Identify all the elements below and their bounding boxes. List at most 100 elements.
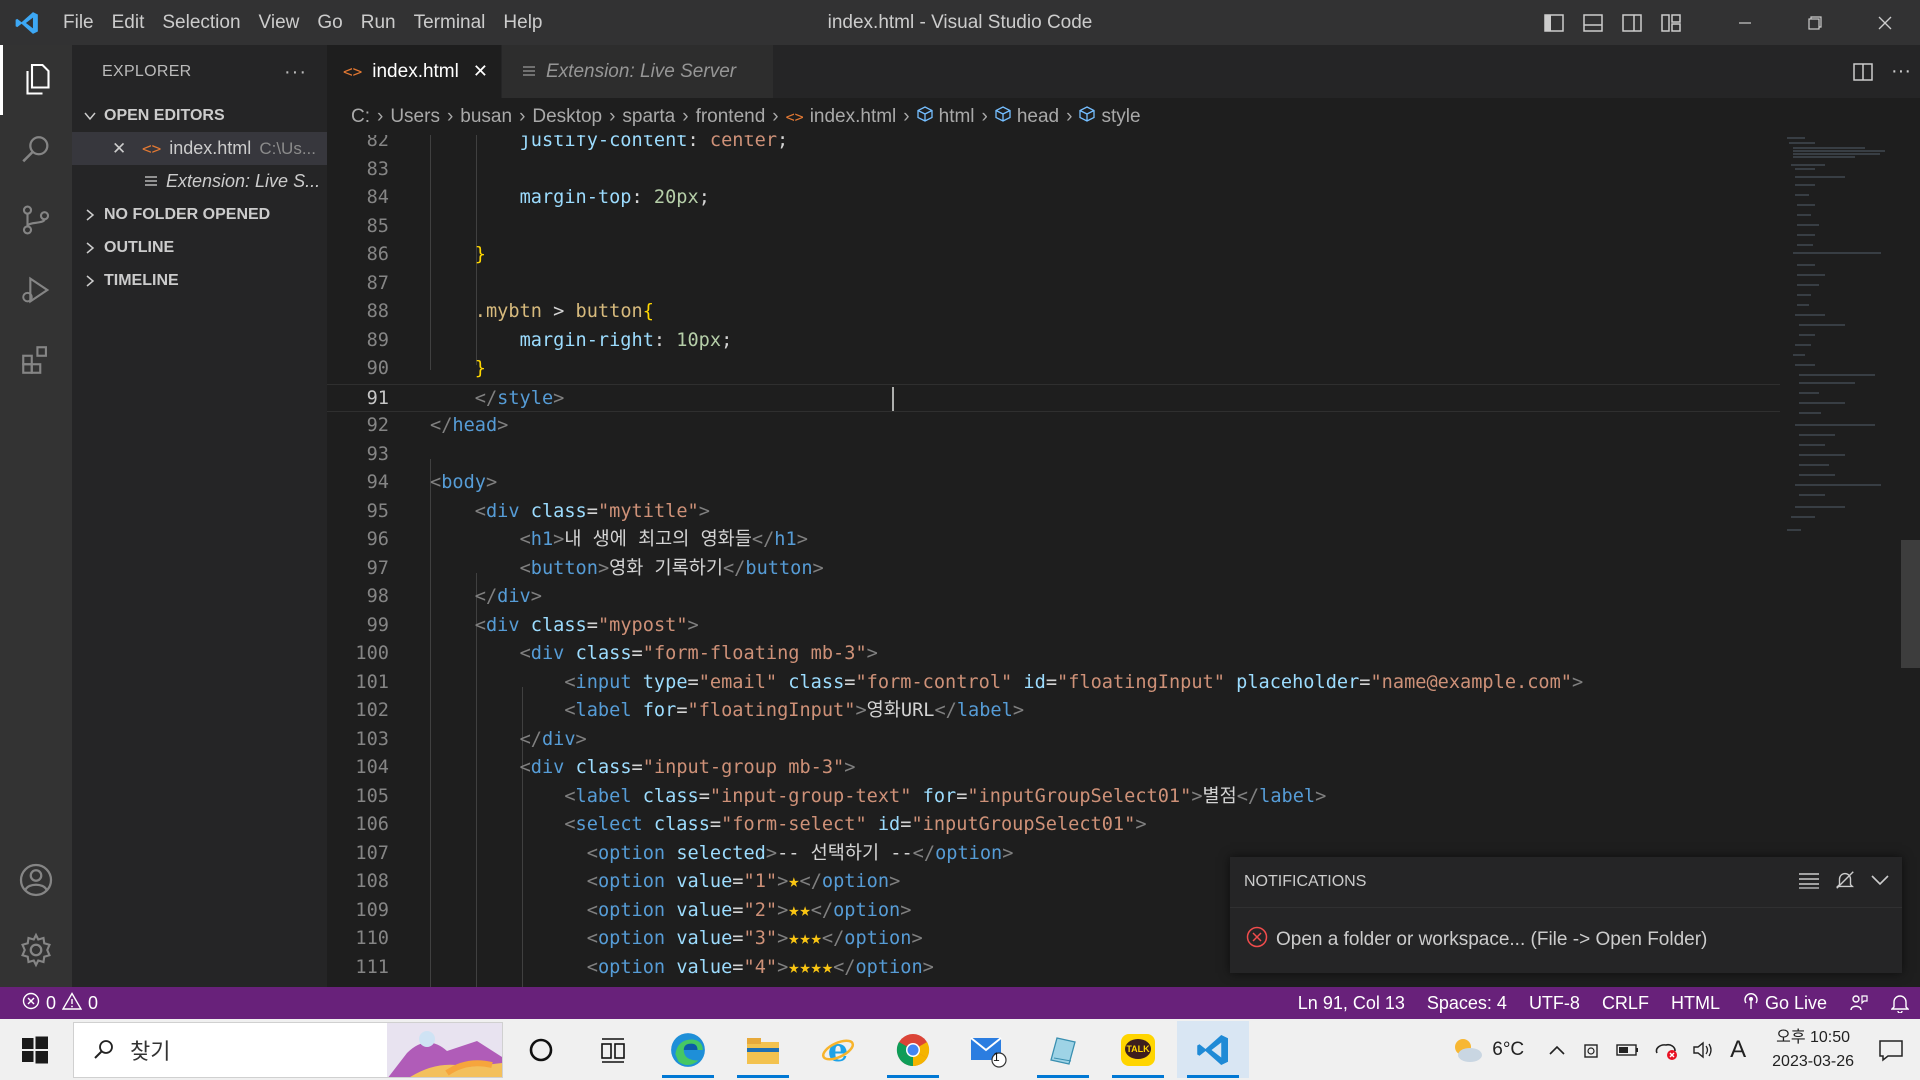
menu-terminal[interactable]: Terminal [405, 0, 495, 45]
open-editor-path: C:\Us... [259, 138, 316, 158]
breadcrumb-frontend[interactable]: frontend [696, 106, 766, 128]
line-number: 89 [366, 329, 389, 351]
close-window-button[interactable] [1850, 0, 1920, 45]
notifications-bell-icon[interactable] [1880, 993, 1920, 1013]
line-number: 102 [355, 700, 389, 721]
code-line: </div> [519, 728, 587, 750]
chrome-browser-icon[interactable] [877, 1021, 949, 1078]
restore-button[interactable] [1780, 0, 1850, 45]
accounts-icon[interactable] [0, 845, 72, 915]
breadcrumb-sparta[interactable]: sparta [622, 106, 675, 128]
explorer-more-actions-button[interactable]: ··· [284, 61, 307, 84]
clock-date: 2023-03-26 [1772, 1052, 1854, 1070]
problems-status[interactable]: 0 0 [0, 991, 99, 1015]
chevron-down-icon[interactable] [1870, 873, 1890, 892]
extensions-icon[interactable] [0, 325, 72, 395]
line-number: 106 [355, 814, 389, 835]
source-control-icon[interactable] [0, 185, 72, 255]
network-offline-icon[interactable] [1654, 1039, 1680, 1061]
menu-file[interactable]: File [54, 0, 103, 45]
taskbar-search-box[interactable]: 찾기 [73, 1022, 503, 1078]
encoding[interactable]: UTF-8 [1518, 993, 1591, 1014]
open-editor-name: Extension: Live S... [166, 171, 321, 191]
battery-icon[interactable] [1616, 1043, 1640, 1057]
task-view-icon[interactable] [577, 1021, 649, 1078]
bell-slash-icon[interactable] [1834, 869, 1856, 896]
warning-count: 0 [88, 992, 99, 1013]
menu-help[interactable]: Help [494, 0, 551, 45]
edge-browser-icon[interactable] [652, 1021, 724, 1078]
search-icon[interactable] [0, 115, 72, 185]
go-live-button[interactable]: Go Live [1731, 992, 1838, 1015]
code-line: justify-content: center; [519, 135, 789, 151]
run-debug-icon[interactable] [0, 255, 72, 325]
breadcrumb-style[interactable]: style [1101, 106, 1140, 128]
close-editor-icon[interactable]: ✕ [112, 139, 138, 159]
line-number: 97 [366, 557, 389, 579]
volume-icon[interactable] [1692, 1040, 1716, 1060]
windows-start-icon[interactable] [13, 1029, 57, 1070]
feedback-icon[interactable] [1838, 993, 1880, 1013]
split-editor-icon[interactable] [1844, 62, 1882, 81]
breadcrumb-busan[interactable]: busan [460, 106, 512, 128]
menu-go[interactable]: Go [308, 0, 351, 45]
error-icon [22, 992, 40, 1015]
outline-section[interactable]: OUTLINE [72, 231, 327, 264]
minimize-button[interactable] [1710, 0, 1780, 45]
open-editor-item-live-server[interactable]: Extension: Live S... [72, 165, 327, 198]
menu-view[interactable]: View [250, 0, 309, 45]
timeline-section[interactable]: TIMELINE [72, 264, 327, 297]
weather-icon[interactable] [1450, 1035, 1484, 1065]
breadcrumb: C: › Users › busan › Desktop › sparta › front… [351, 105, 1141, 128]
open-editor-item-index-html[interactable]: ✕ <> index.html C:\Us... [72, 132, 327, 165]
line-number: 94 [366, 472, 389, 493]
breadcrumb-head[interactable]: head [1017, 106, 1059, 128]
error-icon [1246, 926, 1268, 954]
symbol-element-icon [995, 105, 1011, 128]
toggle-secondary-sidebar-icon[interactable] [1612, 0, 1651, 45]
clock[interactable]: 오후 10:50 2023-03-26 [1758, 1026, 1868, 1074]
explorer-icon[interactable] [0, 45, 72, 115]
code-line: } [474, 244, 486, 265]
breadcrumb-desktop[interactable]: Desktop [532, 106, 602, 128]
language-mode[interactable]: HTML [1660, 993, 1731, 1014]
internet-explorer-icon[interactable]: e [802, 1021, 874, 1078]
open-editors-section[interactable]: OPEN EDITORS [72, 99, 327, 132]
toggle-panel-icon[interactable] [1573, 0, 1612, 45]
action-center-icon[interactable] [1878, 1038, 1904, 1062]
mail-icon[interactable]: 1 [952, 1021, 1024, 1078]
settings-gear-icon[interactable] [0, 915, 72, 985]
tab-close-icon[interactable]: ✕ [473, 61, 488, 82]
chevron-up-icon[interactable] [1548, 1044, 1566, 1056]
no-folder-section[interactable]: NO FOLDER OPENED [72, 198, 327, 231]
customize-layout-icon[interactable] [1651, 0, 1690, 45]
search-highlight-image [387, 1023, 502, 1077]
input-method-indicator[interactable]: A [1730, 1036, 1746, 1064]
meet-now-icon[interactable] [1582, 1040, 1602, 1060]
cursor-position[interactable]: Ln 91, Col 13 [1287, 993, 1416, 1014]
menu-selection[interactable]: Selection [153, 0, 249, 45]
minimap[interactable] [1785, 135, 1890, 555]
end-of-line[interactable]: CRLF [1591, 993, 1660, 1014]
tab-live-server[interactable]: Extension: Live Server [502, 45, 774, 98]
line-number: 103 [355, 728, 389, 750]
notification-message[interactable]: Open a folder or workspace... (File -> O… [1276, 929, 1707, 951]
notepad-icon[interactable] [1027, 1021, 1099, 1078]
file-explorer-icon[interactable] [727, 1021, 799, 1078]
vertical-scrollbar[interactable] [1901, 540, 1920, 668]
breadcrumb-file[interactable]: index.html [810, 106, 897, 128]
cortana-icon[interactable] [505, 1021, 577, 1078]
weather-temperature[interactable]: 6°C [1492, 1039, 1524, 1061]
breadcrumb-users[interactable]: Users [390, 106, 440, 128]
clear-all-icon[interactable] [1798, 871, 1820, 894]
menu-edit[interactable]: Edit [103, 0, 154, 45]
kakaotalk-icon[interactable]: TALK [1102, 1021, 1174, 1078]
menu-run[interactable]: Run [352, 0, 405, 45]
tab-index-html[interactable]: <> index.html ✕ [327, 45, 502, 98]
breadcrumb-drive[interactable]: C: [351, 106, 370, 128]
toggle-primary-sidebar-icon[interactable] [1534, 0, 1573, 45]
indentation[interactable]: Spaces: 4 [1416, 993, 1518, 1014]
vscode-taskbar-icon[interactable] [1177, 1021, 1249, 1078]
breadcrumb-html[interactable]: html [939, 106, 975, 128]
editor-more-actions-icon[interactable]: ··· [1882, 60, 1920, 83]
